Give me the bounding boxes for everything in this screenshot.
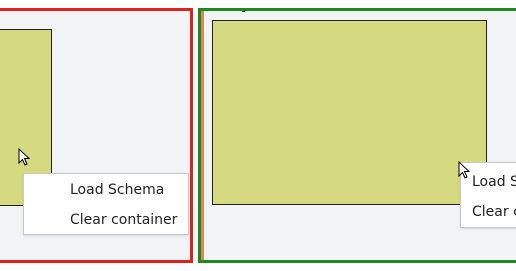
right-panel: Load Schema Clear container (198, 8, 516, 263)
context-menu: Load Schema Clear container (23, 173, 189, 235)
left-panel: Load Schema Clear container (0, 8, 193, 263)
schema-container[interactable] (212, 20, 487, 205)
load-schema-menu-item[interactable]: Load Schema (24, 176, 188, 204)
mouse-pointer-icon (458, 161, 471, 179)
clear-container-menu-item[interactable]: Clear container (24, 206, 188, 234)
clear-container-menu-item[interactable]: Clear container (461, 198, 516, 226)
tick-mark (242, 11, 245, 12)
mouse-pointer-icon (18, 148, 31, 166)
panel-edge-strip (201, 11, 204, 260)
